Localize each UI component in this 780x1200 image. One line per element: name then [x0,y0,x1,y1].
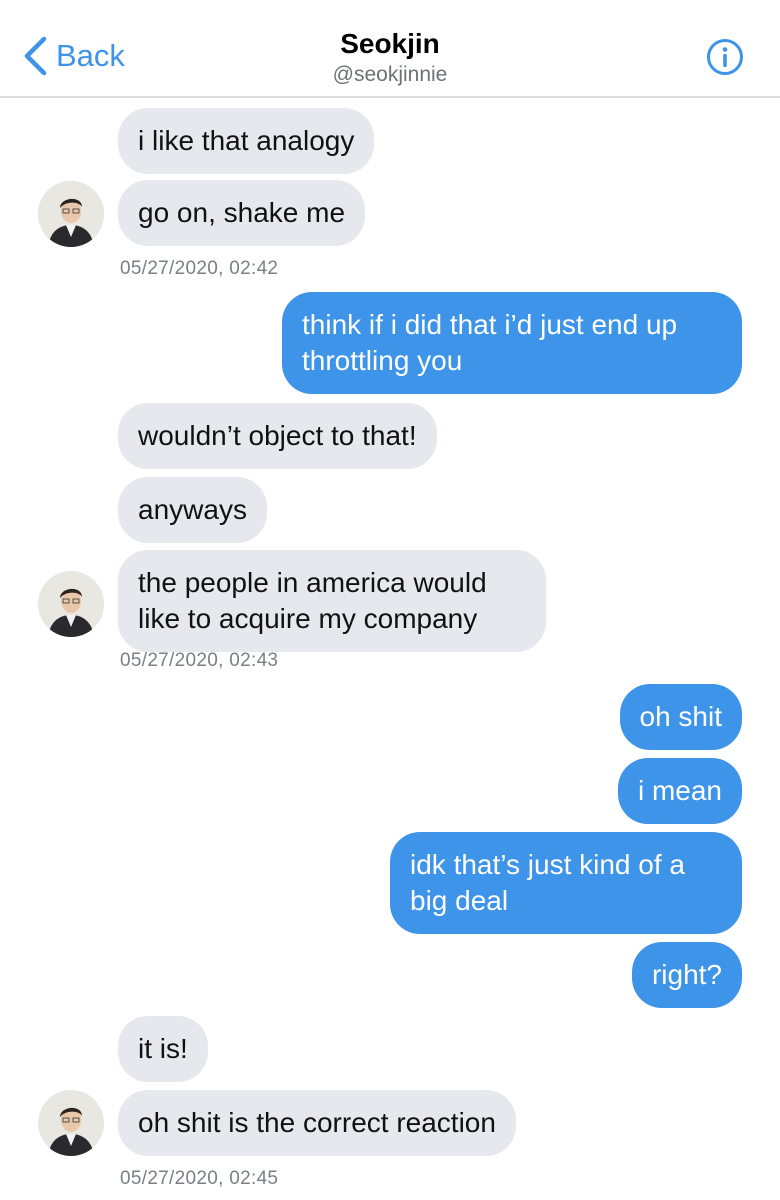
avatar[interactable] [38,571,104,637]
message-bubble-outgoing[interactable]: idk that’s just kind of a big deal [390,832,742,934]
message-bubble-incoming[interactable]: i like that analogy [118,108,375,174]
back-button[interactable]: Back [22,34,125,78]
message-bubble-outgoing[interactable]: i mean [617,758,742,824]
avatar-photo [38,571,104,637]
message-timestamp: 05/27/2020, 02:42 [120,258,279,279]
contact-name: Seokjin [340,28,440,59]
message-bubble-incoming[interactable]: wouldn’t object to that! [118,403,437,469]
message-bubble-outgoing[interactable]: right? [631,942,742,1008]
avatar[interactable] [38,1090,104,1156]
message-timestamp: 05/27/2020, 02:43 [120,650,279,671]
dm-conversation-screen: Back Seokjin @seokjinnie i like that ana… [0,0,780,1200]
message-bubble-incoming[interactable]: it is! [118,1016,208,1082]
chevron-left-icon [24,36,47,76]
message-bubble-incoming[interactable]: anyways [118,477,267,543]
avatar[interactable] [38,181,104,247]
info-circle-icon [707,39,743,75]
message-timestamp: 05/27/2020, 02:45 [120,1168,279,1189]
info-button[interactable] [706,38,744,76]
contact-handle: @seokjinnie [332,63,448,86]
conversation-title-block[interactable]: Seokjin @seokjinnie [190,26,590,88]
message-bubble-incoming[interactable]: the people in america would like to acqu… [118,550,546,652]
message-bubble-incoming[interactable]: go on, shake me [118,180,366,246]
conversation-header: Back Seokjin @seokjinnie [0,0,780,98]
message-bubble-incoming[interactable]: oh shit is the correct reaction [118,1090,516,1156]
avatar-photo [38,181,104,247]
back-label: Back [56,38,125,73]
avatar-photo [38,1090,104,1156]
message-bubble-outgoing[interactable]: think if i did that i’d just end up thro… [282,292,742,394]
message-bubble-outgoing[interactable]: oh shit [619,684,742,750]
